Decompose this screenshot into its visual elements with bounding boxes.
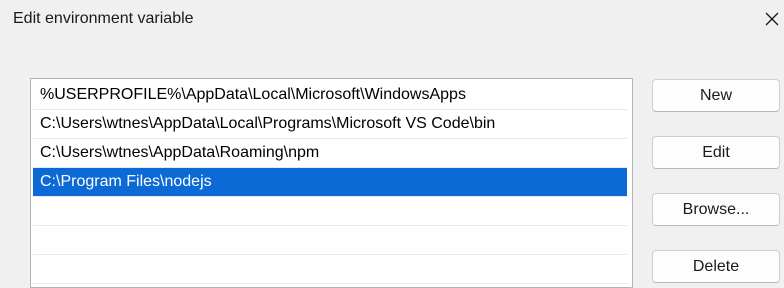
path-row[interactable]: %USERPROFILE%\AppData\Local\Microsoft\Wi… bbox=[33, 81, 627, 110]
delete-button[interactable]: Delete bbox=[652, 250, 780, 283]
path-list[interactable]: %USERPROFILE%\AppData\Local\Microsoft\Wi… bbox=[30, 78, 633, 288]
path-value: C:\Users\wtnes\AppData\Roaming\npm bbox=[40, 144, 320, 161]
path-row[interactable] bbox=[33, 226, 627, 255]
path-value: %USERPROFILE%\AppData\Local\Microsoft\Wi… bbox=[40, 86, 466, 103]
close-button[interactable] bbox=[760, 4, 784, 34]
path-value: C:\Users\wtnes\AppData\Local\Programs\Mi… bbox=[40, 115, 496, 132]
close-icon bbox=[765, 12, 779, 26]
browse-button[interactable]: Browse... bbox=[652, 193, 780, 226]
path-row[interactable] bbox=[33, 255, 627, 284]
path-row[interactable]: C:\Program Files\nodejs bbox=[33, 168, 627, 197]
path-row[interactable]: C:\Users\wtnes\AppData\Local\Programs\Mi… bbox=[33, 110, 627, 139]
edit-button[interactable]: Edit bbox=[652, 136, 780, 169]
title-bar: Edit environment variable bbox=[0, 0, 784, 40]
path-value: C:\Program Files\nodejs bbox=[40, 173, 212, 190]
path-row[interactable]: C:\Users\wtnes\AppData\Roaming\npm bbox=[33, 139, 627, 168]
path-row[interactable] bbox=[33, 197, 627, 226]
new-button[interactable]: New bbox=[652, 79, 780, 112]
dialog-title: Edit environment variable bbox=[13, 10, 194, 27]
